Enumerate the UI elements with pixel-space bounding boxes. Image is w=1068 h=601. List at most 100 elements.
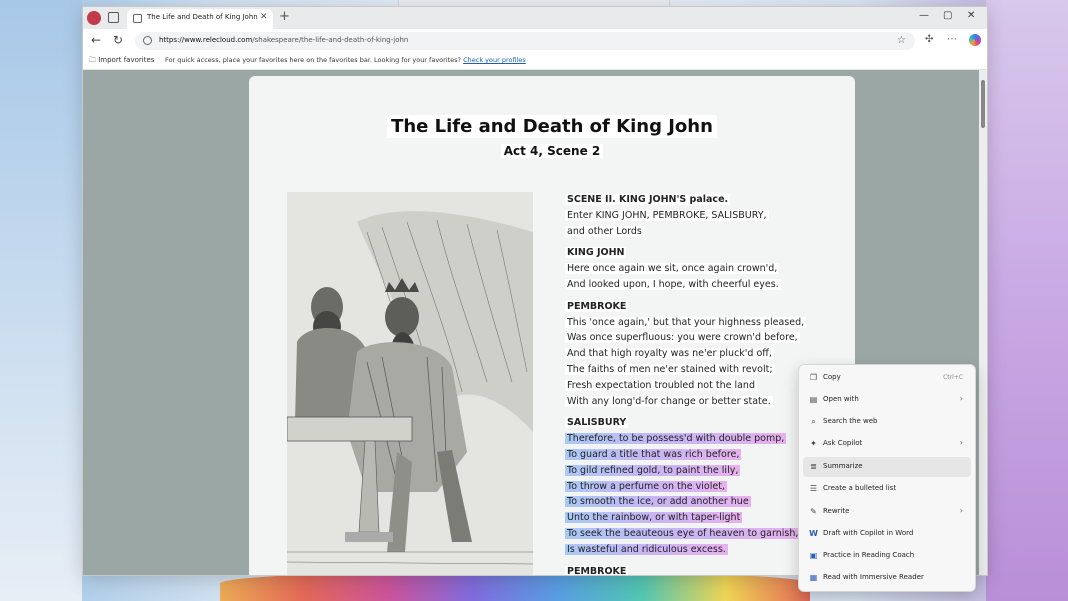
check-profiles-link[interactable]: Check your profiles: [463, 56, 526, 64]
menu-item-reading-coach[interactable]: ▣ Practice in Reading Coach: [803, 546, 971, 566]
verse-line: Here once again we sit, once again crown…: [565, 261, 855, 277]
speaker-text: PEMBROKE: [565, 565, 629, 575]
import-favorites-label: Import favorites: [98, 56, 155, 64]
chevron-right-icon: ›: [959, 438, 963, 447]
menu-item-summarize[interactable]: ≣ Summarize: [803, 457, 971, 477]
verse-text: Here once again we sit, once again crown…: [565, 263, 780, 275]
verse-line: Was once superfluous: you were crown'd b…: [565, 330, 855, 346]
menu-item-label: Rewrite: [823, 507, 850, 515]
list-icon: ☰: [809, 484, 818, 493]
copilot-icon[interactable]: [969, 34, 981, 46]
menu-item-label: Copy: [823, 373, 841, 381]
url-host: https://www.relecloud.com: [159, 36, 253, 44]
copy-icon: ❐: [809, 373, 818, 382]
verse-line: And looked upon, I hope, with cheerful e…: [565, 277, 855, 293]
browser-toolbar: ← ↻ https://www.relecloud.com/shakespear…: [83, 29, 987, 53]
menu-item-rewrite[interactable]: ✎ Rewrite ›: [803, 502, 971, 522]
menu-item-open-with[interactable]: ▤ Open with ›: [803, 390, 971, 410]
address-bar[interactable]: https://www.relecloud.com/shakespeare/th…: [135, 32, 915, 50]
favorites-bar: 🗀 Import favorites For quick access, pla…: [83, 53, 987, 70]
rewrite-icon: ✎: [810, 507, 817, 516]
menu-item-label: Ask Copilot: [823, 439, 863, 447]
profile-avatar[interactable]: [87, 11, 101, 25]
verse-text: Fresh expectation troubled not the land: [565, 379, 757, 391]
word-icon: W: [809, 529, 818, 538]
refresh-button[interactable]: ↻: [113, 33, 123, 47]
site-info-icon[interactable]: [143, 36, 152, 45]
verse-line: This 'once again,' but that your highnes…: [565, 315, 855, 331]
menu-item-draft-word[interactable]: W Draft with Copilot in Word: [803, 524, 971, 544]
page-subtitle-text: Act 4, Scene 2: [500, 144, 604, 158]
menu-item-label: Practice in Reading Coach: [823, 551, 915, 559]
menu-item-bulleted-list[interactable]: ☰ Create a bulleted list: [803, 479, 971, 499]
verse-text: Is wasteful and ridiculous excess.: [565, 543, 728, 555]
page-title: The Life and Death of King John: [249, 115, 855, 138]
verse-text: The faiths of men ne'er stained with rev…: [565, 363, 775, 375]
extensions-icon[interactable]: ✣: [925, 34, 933, 45]
chevron-right-icon: ›: [959, 506, 963, 515]
menu-item-search-web[interactable]: ⌕ Search the web: [803, 412, 971, 432]
menu-item-label: Summarize: [823, 462, 863, 470]
menu-item-label: Search the web: [823, 417, 878, 425]
menu-item-shortcut: Ctrl+C: [943, 374, 963, 381]
stage-direction-line: Enter KING JOHN, PEMBROKE, SALISBURY,: [565, 208, 855, 224]
verse-text: With any long'd-for change or better sta…: [565, 395, 773, 407]
verse-text: To guard a title that was rich before,: [565, 448, 742, 460]
favorites-message-text: For quick access, place your favorites h…: [165, 56, 462, 64]
vertical-scrollbar[interactable]: [979, 70, 987, 575]
url-text[interactable]: https://www.relecloud.com/shakespeare/th…: [159, 36, 408, 44]
document-page: The Life and Death of King John Act 4, S…: [249, 76, 855, 575]
menu-item-label: Open with: [823, 395, 859, 403]
immersive-reader-icon: ▦: [809, 573, 818, 582]
verse-text: To seek the beauteous eye of heaven to g…: [565, 527, 801, 539]
scrollbar-thumb[interactable]: [981, 80, 985, 128]
scene-heading: SCENE II. KING JOHN'S palace.: [565, 192, 855, 208]
reading-coach-icon: ▣: [809, 551, 818, 560]
speaker-text: PEMBROKE: [565, 300, 629, 312]
maximize-button[interactable]: ▢: [943, 10, 952, 21]
menu-item-label: Create a bulleted list: [823, 484, 897, 492]
verse-text: Was once superfluous: you were crown'd b…: [565, 332, 800, 344]
wallpaper-left: [0, 0, 82, 601]
menu-item-ask-copilot[interactable]: ✦ Ask Copilot ›: [803, 434, 971, 454]
page-subtitle: Act 4, Scene 2: [249, 140, 855, 159]
tab-close-icon[interactable]: ✕: [260, 12, 268, 22]
tab-title: The Life and Death of King John: [147, 13, 258, 21]
menu-item-copy[interactable]: ❐ Copy Ctrl+C: [803, 368, 971, 388]
new-tab-button[interactable]: +: [279, 9, 290, 24]
search-icon: ⌕: [811, 417, 816, 426]
folder-icon: 🗀: [89, 56, 99, 64]
chevron-right-icon: ›: [959, 394, 963, 403]
wallpaper-right: [986, 0, 1068, 601]
king-john-engraving-image: [286, 192, 534, 575]
wallpaper-swirl: [220, 572, 810, 601]
verse-text: Unto the rainbow, or with taper-light: [565, 512, 743, 524]
verse-line: And that high royalty was ne'er pluck'd …: [565, 346, 855, 362]
page-favicon-icon: [133, 14, 142, 23]
favorite-star-icon[interactable]: ☆: [897, 35, 906, 46]
import-favorites-button[interactable]: 🗀 Import favorites: [89, 56, 154, 67]
close-window-button[interactable]: ✕: [967, 10, 975, 21]
tab-active[interactable]: The Life and Death of King John ✕: [127, 9, 273, 29]
menu-item-immersive-reader[interactable]: ▦ Read with Immersive Reader: [803, 568, 971, 588]
verse-text: And that high royalty was ne'er pluck'd …: [565, 348, 774, 360]
url-path: /shakespeare/the-life-and-death-of-king-…: [252, 36, 409, 44]
more-options-icon[interactable]: ⋯: [947, 34, 957, 45]
verse-text: To throw a perfume on the violet,: [565, 480, 727, 492]
open-with-icon: ▤: [809, 395, 818, 404]
scene-heading-text: SCENE II. KING JOHN'S palace.: [565, 194, 731, 205]
minimize-button[interactable]: —: [919, 10, 929, 21]
summarize-icon: ≣: [810, 462, 817, 471]
verse-text: To gild refined gold, to paint the lily,: [565, 464, 741, 476]
verse-text: This 'once again,' but that your highnes…: [565, 316, 807, 328]
verse-text: To smooth the ice, or add another hue: [565, 496, 751, 508]
menu-item-label: Draft with Copilot in Word: [823, 529, 914, 537]
favorites-bar-message: For quick access, place your favorites h…: [165, 56, 526, 64]
verse-text: And looked upon, I hope, with cheerful e…: [565, 278, 781, 290]
stage-direction-line: and other Lords: [565, 224, 855, 240]
back-button[interactable]: ←: [91, 33, 101, 47]
copilot-icon: ✦: [810, 439, 817, 448]
tab-actions-icon[interactable]: [108, 12, 119, 23]
speaker-text: KING JOHN: [565, 247, 627, 259]
speaker-name: PEMBROKE: [565, 299, 855, 315]
